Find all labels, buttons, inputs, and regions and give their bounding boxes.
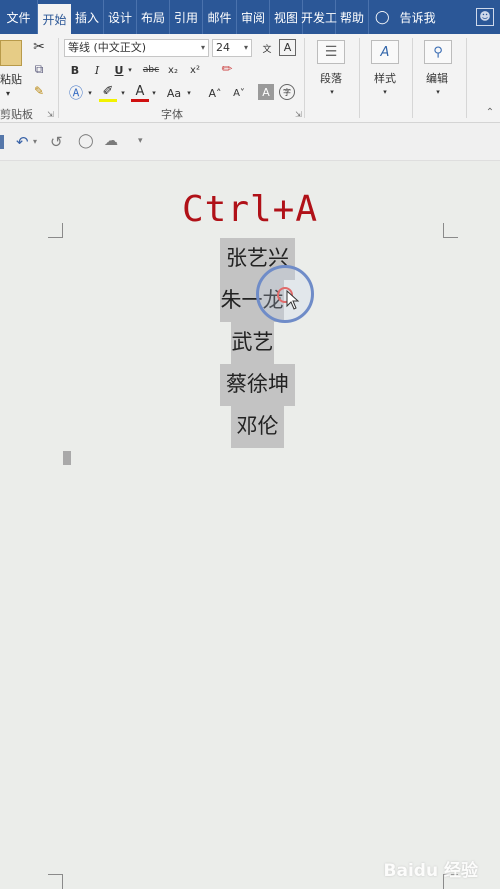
- touch-mode-icon[interactable]: ☁: [104, 133, 118, 149]
- group-divider: [466, 38, 467, 118]
- share-icon[interactable]: ☻: [476, 8, 494, 26]
- text-effects-dropdown-icon[interactable]: ▾: [86, 86, 94, 100]
- tab-file[interactable]: 文件: [0, 0, 38, 34]
- tab-developer[interactable]: 开发工: [301, 0, 337, 34]
- paste-icon[interactable]: [0, 40, 22, 66]
- clipboard-launcher-icon[interactable]: ⇲: [47, 110, 54, 119]
- mouse-pointer-icon: [286, 290, 300, 310]
- highlight-icon[interactable]: ✐: [99, 84, 117, 102]
- tell-me-box[interactable]: ◯ 告诉我: [375, 0, 436, 34]
- grow-font-button[interactable]: A˄: [205, 84, 225, 102]
- styles-dropdown-icon[interactable]: ▾: [380, 86, 390, 98]
- font-name-select[interactable]: 等线 (中文正文) ▾: [64, 39, 209, 57]
- subscript-button[interactable]: x₂: [165, 62, 181, 78]
- paste-label[interactable]: 粘贴: [0, 72, 22, 86]
- text-effects-icon[interactable]: Ⓐ: [67, 84, 85, 102]
- bold-button[interactable]: B: [67, 62, 83, 78]
- font-name-value: 等线 (中文正文): [68, 41, 147, 54]
- selected-text-line[interactable]: 蔡徐坤: [220, 364, 295, 406]
- watermark: Baidu 经验: [383, 861, 478, 881]
- font-size-value: 24: [216, 41, 230, 54]
- tab-help[interactable]: 帮助: [336, 0, 369, 34]
- group-divider: [58, 38, 59, 118]
- paste-dropdown-icon[interactable]: ▾: [3, 88, 13, 98]
- redo-icon[interactable]: ↺: [50, 133, 63, 151]
- tab-mailings[interactable]: 邮件: [203, 0, 237, 34]
- group-divider: [412, 38, 413, 118]
- styles-icon[interactable]: A: [371, 40, 399, 64]
- font-color-dropdown-icon[interactable]: ▾: [150, 86, 158, 100]
- enclose-char-label: 字: [283, 87, 291, 97]
- font-size-select[interactable]: 24 ▾: [212, 39, 252, 57]
- enclose-char-button[interactable]: 字: [279, 84, 295, 100]
- paragraph-button[interactable]: 段落: [312, 70, 350, 86]
- copy-icon[interactable]: ⧉: [30, 60, 48, 78]
- chevron-down-icon: ▾: [200, 43, 205, 52]
- collapse-ribbon-icon[interactable]: ⌃: [484, 106, 496, 118]
- underline-dropdown-icon[interactable]: ▾: [125, 62, 135, 78]
- search-icon[interactable]: ⚲: [424, 40, 452, 64]
- save-icon[interactable]: [0, 135, 4, 149]
- styles-button[interactable]: 样式: [366, 70, 404, 86]
- char-border-button[interactable]: A: [279, 39, 296, 56]
- selected-text-line[interactable]: 武艺: [231, 322, 274, 364]
- quick-access-toolbar: ↶ ▾ ↺ ◯ ☁ ▾: [0, 123, 500, 161]
- char-shading-button[interactable]: A: [258, 84, 274, 100]
- font-launcher-icon[interactable]: ⇲: [295, 110, 302, 119]
- clear-formatting-icon[interactable]: ✏: [218, 60, 236, 78]
- highlight-dropdown-icon[interactable]: ▾: [119, 86, 127, 100]
- undo-icon[interactable]: ↶: [16, 133, 29, 151]
- superscript-button[interactable]: x²: [187, 62, 203, 78]
- tab-review[interactable]: 审阅: [237, 0, 270, 34]
- tell-me-label: 告诉我: [399, 10, 436, 25]
- margin-corner-mark: [48, 874, 63, 889]
- text-cursor-marker: [63, 451, 71, 465]
- shrink-font-button[interactable]: A˅: [229, 84, 249, 102]
- chevron-down-icon: ▾: [243, 43, 248, 52]
- paragraph-icon[interactable]: ☰: [317, 40, 345, 64]
- italic-button[interactable]: I: [89, 62, 105, 78]
- group-divider: [304, 38, 305, 118]
- document-heading: Ctrl+A: [181, 189, 319, 230]
- tab-home[interactable]: 开始: [38, 4, 71, 34]
- undo-dropdown-icon[interactable]: ▾: [33, 137, 37, 146]
- group-divider: [359, 38, 360, 118]
- strikethrough-button[interactable]: abc: [140, 62, 162, 78]
- wen-label: 文: [262, 44, 272, 55]
- cut-icon[interactable]: ✂: [30, 38, 48, 56]
- font-group-label: 字体: [161, 108, 183, 121]
- tab-layout[interactable]: 布局: [137, 0, 170, 34]
- ribbon-home: 粘贴 ▾ ✂ ⧉ ✎ 剪贴板 ⇲ 等线 (中文正文) ▾ 24 ▾ 文 A B …: [0, 34, 500, 123]
- change-case-dropdown-icon[interactable]: ▾: [185, 86, 193, 100]
- editing-dropdown-icon[interactable]: ▾: [433, 86, 443, 98]
- ribbon-tabs: 文件 开始 插入 设计 布局 引用 邮件 审阅 视图 开发工 帮助 ◯ 告诉我 …: [0, 0, 500, 34]
- editing-button[interactable]: 编辑: [418, 70, 456, 86]
- paragraph-dropdown-icon[interactable]: ▾: [327, 86, 337, 98]
- lightbulb-icon: ◯: [375, 9, 390, 25]
- customize-qat-icon[interactable]: ▾: [138, 136, 143, 146]
- wen-button[interactable]: 文: [258, 39, 276, 57]
- font-color-button[interactable]: A: [131, 84, 149, 102]
- circle-icon[interactable]: ◯: [78, 133, 94, 149]
- tab-design[interactable]: 设计: [104, 0, 137, 34]
- tab-insert[interactable]: 插入: [71, 0, 104, 34]
- format-painter-icon[interactable]: ✎: [30, 82, 48, 100]
- change-case-button[interactable]: Aa: [163, 84, 185, 102]
- tab-references[interactable]: 引用: [170, 0, 203, 34]
- selected-text-line[interactable]: 邓伦: [231, 406, 284, 448]
- clipboard-group-label: 剪贴板: [0, 108, 33, 121]
- tab-view[interactable]: 视图: [270, 0, 303, 34]
